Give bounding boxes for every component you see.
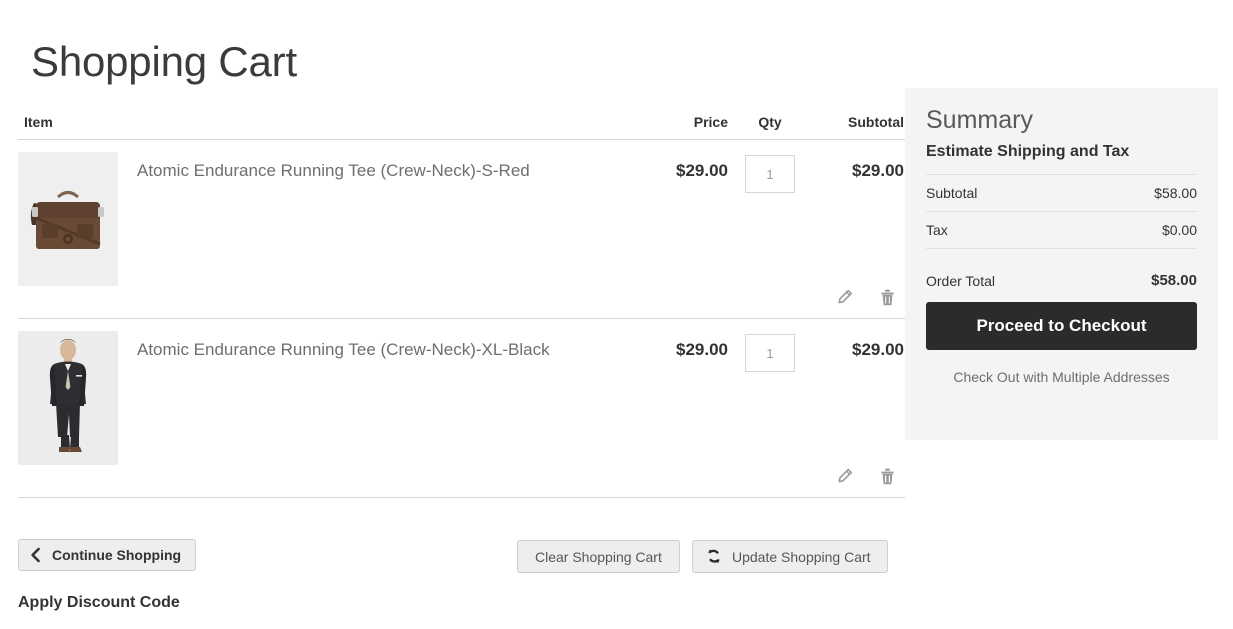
product-cell: Atomic Endurance Running Tee (Crew-Neck)… (18, 331, 638, 465)
product-qty-cell (728, 152, 812, 193)
proceed-to-checkout-button[interactable]: Proceed to Checkout (926, 302, 1197, 350)
page-title: Shopping Cart (31, 38, 297, 86)
product-image-messenger-bag[interactable] (18, 152, 118, 286)
totals-list: Subtotal $58.00 Tax $0.00 Order Total $5… (926, 174, 1197, 297)
trash-icon[interactable] (877, 465, 897, 487)
trash-icon[interactable] (877, 286, 897, 308)
update-cart-label: Update Shopping Cart (732, 548, 871, 565)
update-cart-button[interactable]: Update Shopping Cart (692, 540, 888, 573)
estimate-shipping-tax-title[interactable]: Estimate Shipping and Tax (926, 141, 1197, 163)
summary-title: Summary (926, 106, 1033, 134)
apply-discount-code-title[interactable]: Apply Discount Code (18, 594, 180, 612)
product-subtotal: $29.00 (852, 161, 904, 180)
summary-tax-label: Tax (926, 222, 948, 238)
clear-cart-button[interactable]: Clear Shopping Cart (517, 540, 680, 573)
suit-model-icon (18, 331, 118, 465)
summary-subtotal-label: Subtotal (926, 185, 978, 201)
continue-shopping-label: Continue Shopping (52, 547, 182, 563)
product-image-suit-model[interactable] (18, 331, 118, 465)
edit-icon[interactable] (834, 286, 854, 308)
qty-input[interactable] (745, 155, 795, 193)
summary-order-total-row: Order Total $58.00 (926, 249, 1197, 297)
product-price: $29.00 (676, 161, 728, 180)
cart-table-header: Item Price Qty Subtotal (18, 100, 905, 140)
summary-order-total-value: $58.00 (1151, 272, 1197, 289)
table-row: Atomic Endurance Running Tee (Crew-Neck)… (18, 319, 905, 498)
clear-cart-label: Clear Shopping Cart (535, 548, 662, 565)
column-header-price: Price (693, 114, 728, 130)
qty-input[interactable] (745, 334, 795, 372)
product-cell: Atomic Endurance Running Tee (Crew-Neck)… (18, 152, 638, 286)
row-action-group (18, 286, 905, 318)
multiple-addresses-link[interactable]: Check Out with Multiple Addresses (926, 369, 1197, 385)
shopping-cart-page: Shopping Cart Item Price Qty Subtotal At… (0, 0, 1233, 629)
continue-shopping-button[interactable]: Continue Shopping (18, 539, 197, 571)
product-name[interactable]: Atomic Endurance Running Tee (Crew-Neck)… (118, 152, 530, 182)
messenger-bag-icon (18, 152, 118, 286)
column-header-item: Item (24, 114, 53, 130)
table-row: Atomic Endurance Running Tee (Crew-Neck)… (18, 140, 905, 319)
column-header-subtotal: Subtotal (848, 114, 904, 130)
product-name[interactable]: Atomic Endurance Running Tee (Crew-Neck)… (118, 331, 550, 361)
order-summary-panel: Summary Estimate Shipping and Tax Subtot… (905, 88, 1218, 440)
chevron-left-icon (31, 547, 40, 563)
summary-order-total-label: Order Total (926, 273, 995, 289)
edit-icon[interactable] (834, 465, 854, 487)
product-price: $29.00 (676, 340, 728, 359)
summary-subtotal-row: Subtotal $58.00 (926, 175, 1197, 212)
cart-table: Item Price Qty Subtotal Atomic Endurance… (18, 100, 905, 498)
refresh-icon (708, 549, 720, 564)
summary-tax-row: Tax $0.00 (926, 212, 1197, 249)
product-subtotal: $29.00 (852, 340, 904, 359)
product-qty-cell (728, 331, 812, 372)
summary-tax-value: $0.00 (1161, 222, 1197, 238)
row-action-group (18, 465, 905, 497)
summary-subtotal-value: $58.00 (1154, 185, 1197, 201)
column-header-qty: Qty (758, 114, 782, 130)
